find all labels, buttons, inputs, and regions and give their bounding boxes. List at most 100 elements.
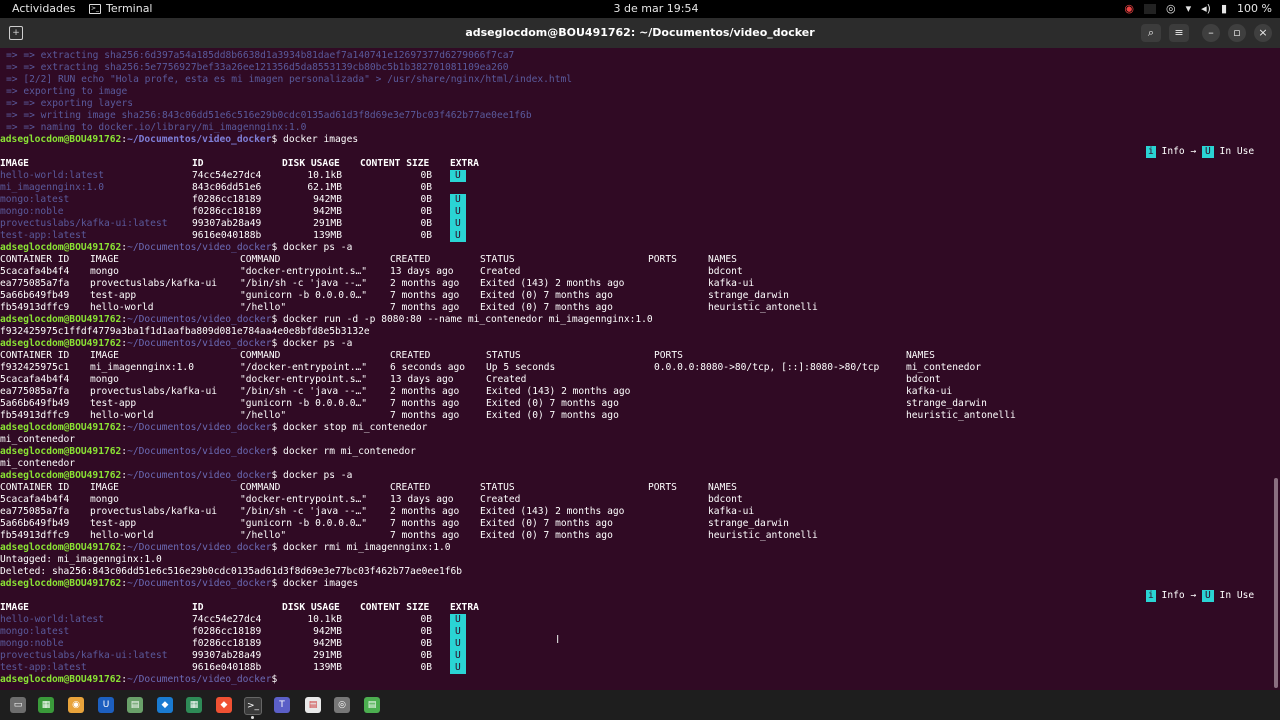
container-id: 5cacafa4b4f4: [0, 494, 70, 505]
maximize-icon[interactable]: ▫: [1228, 24, 1246, 42]
clock[interactable]: 3 de mar 19:54: [606, 2, 706, 15]
container-image: provectuslabs/kafka-ui: [90, 386, 218, 397]
container-names: bdcont: [906, 374, 941, 385]
text-editor-icon[interactable]: ▤: [364, 697, 380, 713]
container-names: kafka-ui: [708, 278, 755, 289]
prompt: adseglocdom@BOU491762:~/Documentos/video…: [0, 242, 352, 254]
in-use-badge: U: [450, 638, 466, 650]
volume-icon: ◂): [1201, 2, 1211, 15]
build-step: => => naming to docker.io/library/mi_ima…: [6, 122, 307, 133]
container-command: "/bin/sh -c 'java --…": [240, 506, 368, 517]
files-icon[interactable]: ▭: [10, 697, 26, 713]
command-text: docker ps -a: [283, 338, 353, 349]
content-size: 0B: [420, 626, 432, 637]
container-created: 13 days ago: [390, 494, 454, 505]
container-status: Exited (0) 7 months ago: [480, 530, 613, 541]
scrollbar[interactable]: [1274, 478, 1278, 688]
container-image: hello-world: [90, 302, 154, 313]
container-command: "gunicorn -b 0.0.0.0…": [240, 398, 368, 409]
column-header: CONTAINER ID: [0, 254, 70, 265]
menu-icon[interactable]: ≡: [1169, 24, 1189, 42]
disk-usage: 942MB: [313, 194, 342, 205]
container-command: "/bin/sh -c 'java --…": [240, 278, 368, 289]
terminal-icon[interactable]: >_: [244, 697, 262, 715]
prompt-user: adseglocdom@BOU491762: [0, 314, 122, 325]
prompt-dollar: $: [271, 134, 284, 145]
container-id: ea775085a7fa: [0, 386, 70, 397]
prompt-path: ~/Documentos/video_docker: [127, 674, 272, 685]
command-text: docker stop mi_contenedor: [283, 422, 428, 433]
container-image: provectuslabs/kafka-ui: [90, 278, 218, 289]
container-status: Exited (143) 2 months ago: [486, 386, 631, 397]
in-use-badge: U: [450, 170, 466, 182]
column-header: PORTS: [654, 350, 683, 361]
container-names: kafka-ui: [708, 506, 755, 517]
container-names: kafka-ui: [906, 386, 953, 397]
command-text: docker rm mi_contenedor: [283, 446, 416, 457]
content-size: 0B: [420, 206, 432, 217]
mouse-cursor-icon: I: [556, 633, 560, 646]
column-header: DISK USAGE: [282, 602, 340, 613]
image-name: test-app:latest: [0, 230, 87, 241]
minimize-icon[interactable]: –: [1202, 24, 1220, 42]
teams-icon[interactable]: T: [274, 697, 290, 713]
column-header: NAMES: [708, 254, 737, 265]
container-image: mongo: [90, 266, 119, 277]
column-header: STATUS: [480, 482, 515, 493]
container-id: fb54913dffc9: [0, 530, 70, 541]
network-icon[interactable]: ◎: [334, 697, 350, 713]
prompt-path: ~/Documentos/video_docker: [127, 422, 272, 433]
container-names: heuristic_antonelli: [708, 302, 818, 313]
document-icon[interactable]: ▤: [305, 697, 321, 713]
notes-icon[interactable]: ▤: [127, 697, 143, 713]
libreoffice-calc-icon[interactable]: ▦: [186, 697, 202, 713]
column-header: STATUS: [486, 350, 521, 361]
rm-output: mi_contenedor: [0, 458, 76, 469]
column-header: COMMAND: [240, 482, 281, 493]
app-menu[interactable]: >_ Terminal: [89, 2, 153, 15]
chrome-tray-icon: ◉: [1124, 2, 1135, 15]
prompt: adseglocdom@BOU491762:~/Documentos/video…: [0, 422, 427, 434]
prompt-path: ~/Documentos/video_docker: [127, 242, 272, 253]
ulauncher-icon[interactable]: U: [98, 697, 114, 713]
container-created: 7 months ago: [390, 530, 460, 541]
terminal-icon: >_: [89, 3, 101, 14]
activities-button[interactable]: Actividades: [12, 2, 76, 15]
close-icon[interactable]: ×: [1254, 24, 1272, 42]
container-status: Exited (0) 7 months ago: [480, 302, 613, 313]
prompt-path: ~/Documentos/video_docker: [127, 314, 272, 325]
rmi-output: Deleted: sha256:843c06dd51e6c516e29b0cdc…: [0, 566, 463, 577]
disk-usage: 10.1kB: [307, 170, 342, 181]
spreadsheet-icon[interactable]: ▦: [38, 697, 54, 713]
content-size: 0B: [420, 650, 432, 661]
prompt: adseglocdom@BOU491762:~/Documentos/video…: [0, 674, 283, 686]
rmi-output: Untagged: mi_imagennginx:1.0: [0, 554, 162, 565]
command-text: docker ps -a: [283, 242, 353, 253]
column-header: COMMAND: [240, 254, 281, 265]
image-id: f0286cc18189: [192, 206, 262, 217]
vscode-icon[interactable]: ◆: [157, 697, 173, 713]
container-names: strange_darwin: [708, 290, 789, 301]
column-header: CREATED: [390, 350, 431, 361]
image-id: 843c06dd51e6: [192, 182, 262, 193]
column-header: PORTS: [648, 482, 677, 493]
chrome-icon[interactable]: ◉: [68, 697, 84, 713]
arrow-icon: →: [1190, 146, 1197, 157]
prompt: adseglocdom@BOU491762:~/Documentos/video…: [0, 542, 451, 554]
container-id: 5a66b649fb49: [0, 290, 70, 301]
system-tray[interactable]: ◉ ◎ ▾ ◂) ▮ 100 %: [1124, 2, 1272, 15]
column-header: ID: [192, 158, 204, 169]
container-created: 7 months ago: [390, 290, 460, 301]
container-image: test-app: [90, 290, 137, 301]
terminal-output[interactable]: => => extracting sha256:6d397a54a185dd8b…: [0, 48, 1280, 690]
container-id: 5a66b649fb49: [0, 398, 70, 409]
image-name: mi_imagennginx:1.0: [0, 182, 104, 193]
record-icon: ◎: [1166, 2, 1176, 15]
prompt: adseglocdom@BOU491762:~/Documentos/video…: [0, 578, 358, 590]
git-icon[interactable]: ◆: [216, 697, 232, 713]
info-badge: i: [1146, 590, 1156, 602]
image-name: test-app:latest: [0, 662, 87, 673]
command-text: docker images: [283, 578, 359, 589]
in-use-badge: U: [1202, 146, 1214, 158]
search-icon[interactable]: ⌕: [1141, 24, 1161, 42]
